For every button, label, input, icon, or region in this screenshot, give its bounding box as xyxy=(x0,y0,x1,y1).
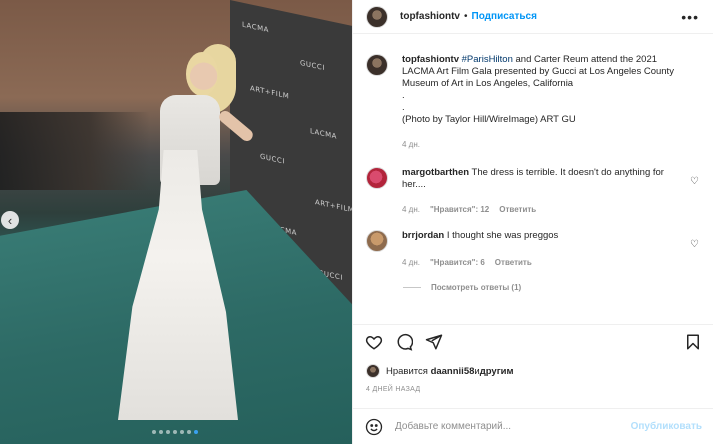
carousel-dot xyxy=(166,430,170,434)
caption-credit: (Photo by Taylor Hill/WireImage) ART GU xyxy=(402,114,576,125)
comment-text: brrjordan I thought she was preggos xyxy=(402,230,559,241)
carousel-dot xyxy=(159,430,163,434)
carousel-dot xyxy=(152,430,156,434)
follow-button[interactable]: Подписаться xyxy=(472,11,537,22)
comment-heart-icon[interactable]: ♡ xyxy=(690,239,699,250)
avatar[interactable] xyxy=(366,230,388,252)
caption-text: topfashiontv #ParisHilton and Carter Reu… xyxy=(402,54,681,126)
comment-meta: 4 дн. "Нравится": 6 Ответить xyxy=(402,258,681,267)
bookmark-icon[interactable] xyxy=(682,331,704,353)
backdrop-logo: ART+FILM xyxy=(315,198,352,215)
reply-button[interactable]: Ответить xyxy=(495,258,532,267)
caption-time[interactable]: 4 дн. xyxy=(402,140,420,149)
caption-dot: . xyxy=(402,90,405,101)
post-header: topfashiontv • Подписаться ••• xyxy=(353,0,713,34)
post-timestamp[interactable]: 4 ДНЕЙ НАЗАД xyxy=(366,386,420,393)
other-likers-link[interactable]: другим xyxy=(480,366,514,377)
divider xyxy=(403,287,421,288)
carousel-dots xyxy=(152,430,198,434)
avatar[interactable] xyxy=(366,364,380,378)
caption-row: topfashiontv #ParisHilton and Carter Reu… xyxy=(366,54,699,149)
avatar[interactable] xyxy=(366,167,388,189)
comments-list: topfashiontv #ParisHilton and Carter Reu… xyxy=(353,34,713,324)
hashtag-link[interactable]: #ParisHilton xyxy=(462,54,513,65)
avatar[interactable] xyxy=(366,5,388,28)
header-separator: • xyxy=(464,11,468,22)
comment-composer: Опубликовать xyxy=(353,408,713,444)
post-actions xyxy=(353,324,713,358)
post-side-panel: topfashiontv • Подписаться ••• topfashio… xyxy=(352,0,713,444)
backdrop-logo: LACMA xyxy=(242,20,269,35)
comment-username[interactable]: brrjordan xyxy=(402,230,444,241)
backdrop-logo: GUCCI xyxy=(260,152,285,166)
carousel-dot xyxy=(194,430,198,434)
likes-prefix: Нравится xyxy=(386,365,428,377)
backdrop-logo: LACMA xyxy=(310,127,337,141)
emoji-icon[interactable] xyxy=(365,418,383,436)
chevron-left-icon[interactable]: ‹ xyxy=(1,211,19,229)
carousel-dot xyxy=(187,430,191,434)
share-icon[interactable] xyxy=(423,331,445,353)
heart-icon[interactable] xyxy=(363,331,385,353)
backdrop-logo: GUCCI xyxy=(300,58,325,73)
comment-text: margotbarthen The dress is terrible. It … xyxy=(402,167,664,190)
comment-heart-icon[interactable]: ♡ xyxy=(690,176,699,187)
comment-row: brrjordan I thought she was preggos 4 дн… xyxy=(366,230,699,267)
comment-content: margotbarthen The dress is terrible. It … xyxy=(402,167,699,214)
comment-row: margotbarthen The dress is terrible. It … xyxy=(366,167,699,214)
backdrop-logo: ART+FILM xyxy=(250,84,290,101)
post-photo[interactable]: LACMA GUCCI ART+FILM LACMA GUCCI ART+FIL… xyxy=(0,0,352,444)
caption-dot: . xyxy=(402,102,405,113)
reply-button[interactable]: Ответить xyxy=(499,205,536,214)
post-comment-button[interactable]: Опубликовать xyxy=(631,421,702,432)
comment-icon[interactable] xyxy=(393,331,415,353)
caption-username[interactable]: topfashiontv xyxy=(402,54,459,65)
author-username[interactable]: topfashiontv xyxy=(400,11,460,22)
comment-meta: 4 дн. "Нравится": 12 Ответить xyxy=(402,205,681,214)
likes-summary: Нравится daannii58 и другим xyxy=(366,364,514,378)
comment-time[interactable]: 4 дн. xyxy=(402,258,420,267)
figure-head xyxy=(186,52,218,96)
comment-time[interactable]: 4 дн. xyxy=(402,205,420,214)
background-crowd xyxy=(0,112,150,190)
more-options-icon[interactable]: ••• xyxy=(681,9,699,25)
comment-content: brrjordan I thought she was preggos 4 дн… xyxy=(402,230,699,267)
comment-likes[interactable]: "Нравится": 12 xyxy=(430,205,489,214)
carousel-dot xyxy=(173,430,177,434)
view-replies-button[interactable]: Посмотреть ответы (1) xyxy=(403,283,699,292)
liker-username[interactable]: daannii58 xyxy=(431,366,475,377)
comment-likes[interactable]: "Нравится": 6 xyxy=(430,258,485,267)
comment-username[interactable]: margotbarthen xyxy=(402,167,469,178)
caption-meta: 4 дн. xyxy=(402,140,681,149)
caption-content: topfashiontv #ParisHilton and Carter Reu… xyxy=(402,54,699,149)
carousel-dot xyxy=(180,430,184,434)
avatar[interactable] xyxy=(366,54,388,76)
comment-input[interactable] xyxy=(395,421,631,432)
